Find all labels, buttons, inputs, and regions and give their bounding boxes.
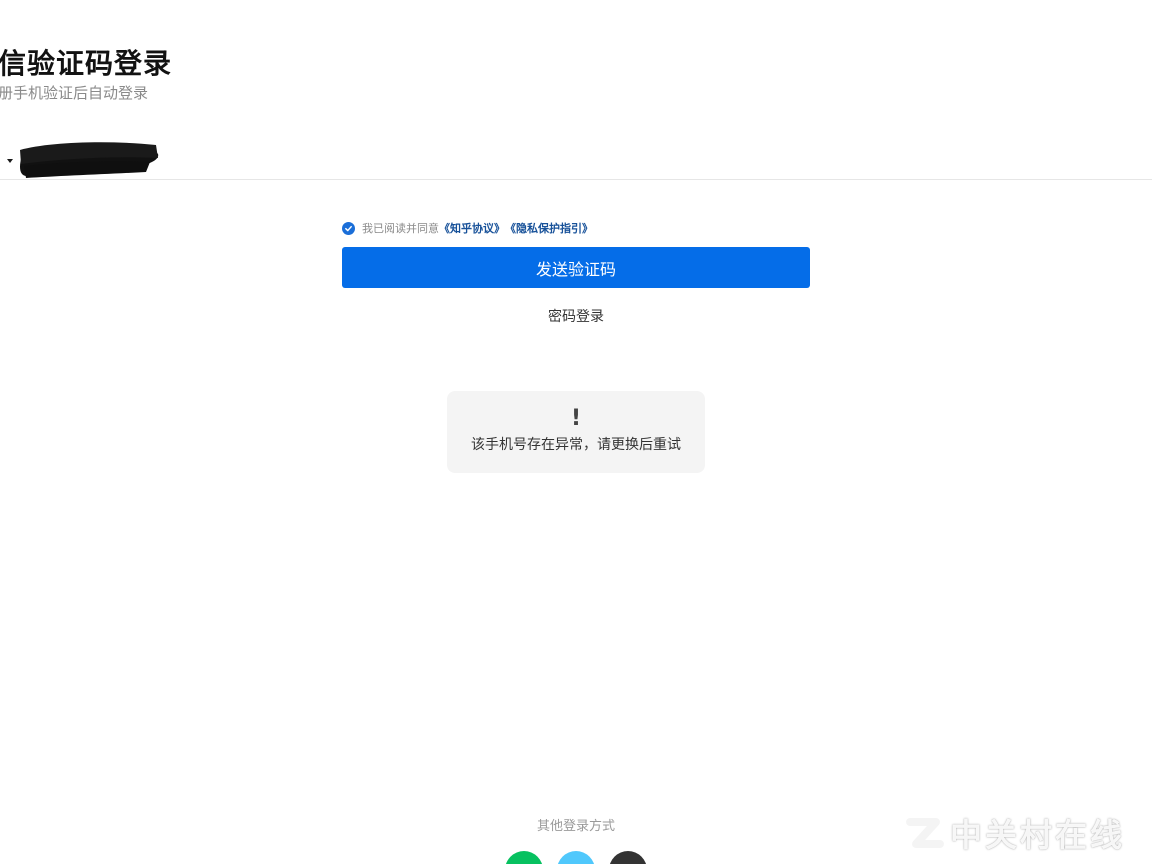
login-page: 信验证码登录 册手机验证后自动登录 我已阅读并同意 《知乎协议》 《隐私保护指引… [0, 0, 1152, 864]
privacy-link[interactable]: 《隐私保护指引》 [505, 220, 593, 236]
exclamation-icon: ! [570, 406, 582, 431]
phone-input-redacted[interactable] [18, 136, 162, 180]
watermark: 中关村在线 [906, 810, 1125, 856]
qq-icon[interactable] [557, 851, 595, 864]
page-title: 信验证码登录 [0, 47, 173, 80]
wechat-icon[interactable] [505, 851, 543, 864]
send-code-button[interactable]: 发送验证码 [342, 247, 810, 288]
country-code-dropdown[interactable] [7, 159, 13, 163]
weibo-icon[interactable] [609, 851, 647, 864]
page-subtitle: 册手机验证后自动登录 [0, 84, 149, 102]
password-login-link[interactable]: 密码登录 [0, 306, 1152, 326]
agreement-row: 我已阅读并同意 《知乎协议》 《隐私保护指引》 [342, 220, 593, 236]
zol-logo-icon [906, 818, 944, 848]
toast-message: 该手机号存在异常，请更换后重试 [471, 437, 681, 453]
checkbox-checked-icon[interactable] [342, 221, 355, 235]
error-toast: ! 该手机号存在异常，请更换后重试 [447, 391, 705, 473]
phone-input-divider [0, 179, 1152, 180]
watermark-text: 中关村在线 [950, 816, 1126, 854]
agreement-text: 我已阅读并同意 [362, 222, 439, 235]
terms-link[interactable]: 《知乎协议》 [439, 220, 505, 236]
